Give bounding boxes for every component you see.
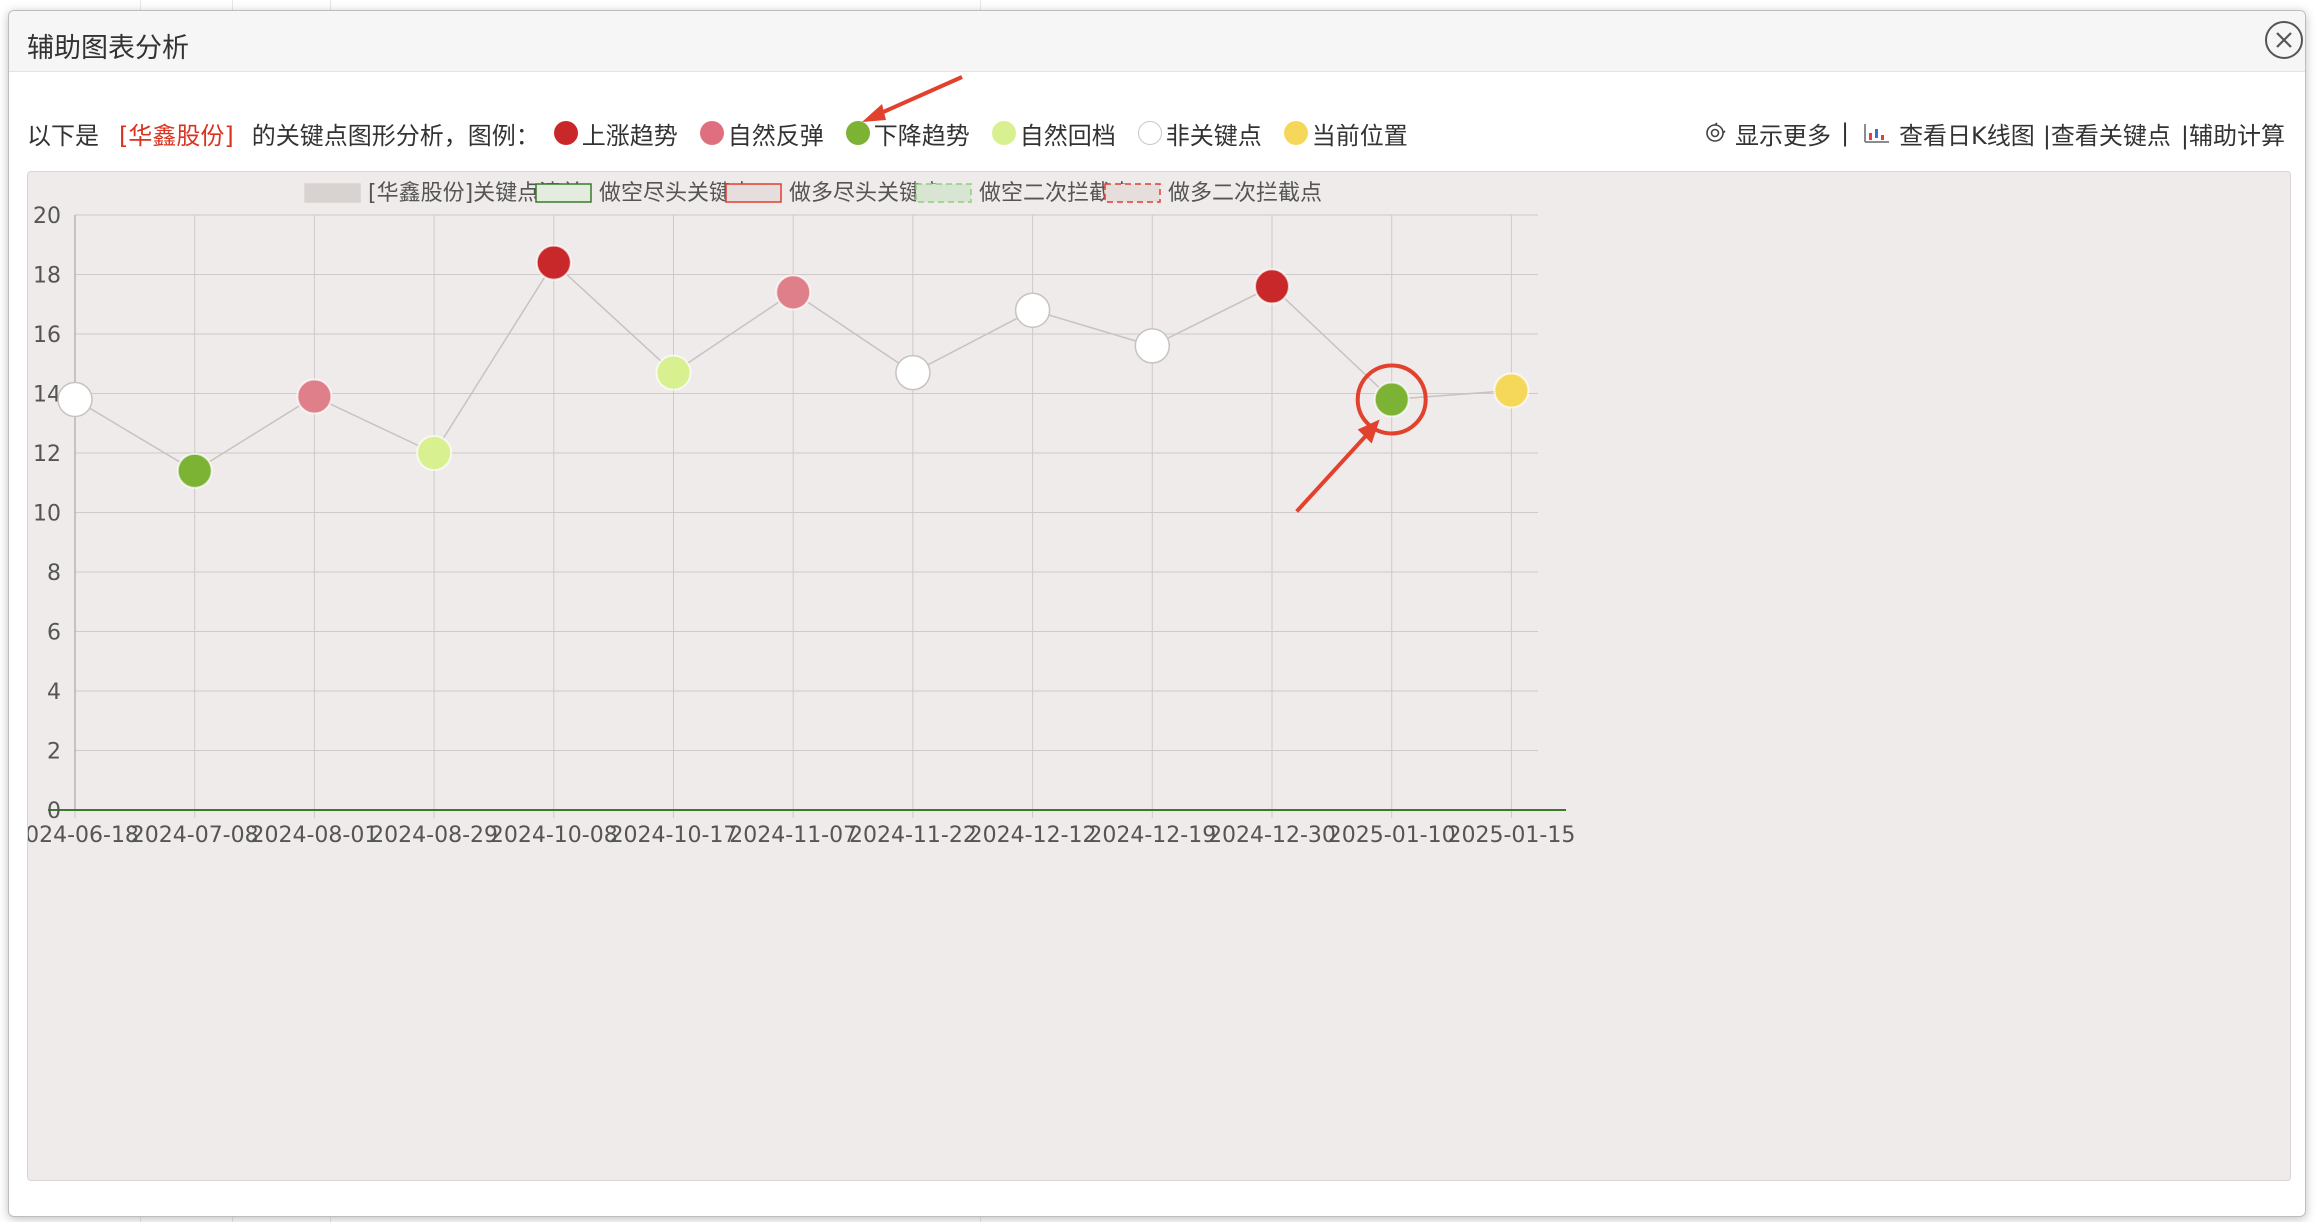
x-tick-label: 2024-11-22 [849,823,977,848]
data-point[interactable] [57,381,93,418]
chart-legend: [华鑫股份]关键点清单 做空尽头关键点 做多尽头关键点 做空二次拦截点 做多二次拦截点 [304,181,1322,206]
x-tick-label: 2024-07-08 [131,823,259,848]
chart-grid [74,214,1538,818]
legend-uptrend: 上涨趋势 [553,116,678,151]
uptrend-dot-icon [553,121,578,145]
legend-downtrend: 下降趋势 [845,116,970,151]
view-kline-link[interactable]: 查看日K线图 [1899,116,2035,151]
x-tick-label: 2025-01-15 [1447,823,1575,848]
legend-swatch [304,183,361,203]
separator: | [1840,119,1850,147]
pullback-dot-icon [991,121,1016,145]
chart-legend-item[interactable]: 做多尽头关键点 [725,181,943,206]
legend-label: 自然反弹 [727,121,824,150]
x-tick-label: 2024-08-29 [370,823,498,848]
y-tick-label: 6 [47,621,61,646]
close-icon [2276,32,2292,48]
legend-swatch [535,183,592,203]
y-tick-label: 12 [33,442,61,467]
legend-label: 做多二次拦截点 [1168,181,1322,206]
x-tick-label: 2024-06-18 [28,823,139,848]
legend-swatch [1104,183,1161,203]
keypoint-line-chart: [华鑫股份]关键点清单 做空尽头关键点 做多尽头关键点 做空二次拦截点 做多二次拦截点 … [11,181,1575,848]
x-tick-label: 2024-11-07 [729,823,857,848]
legend-description: 以下是 [华鑫股份] 的关键点图形分析，图例： 上涨趋势 自然反弹 下降趋势 自… [27,113,1430,153]
dialog-titlebar: 辅助图表分析 [9,11,2305,72]
x-tick-label: 2024-10-17 [610,823,738,848]
data-point[interactable] [655,354,692,391]
legend-label: 下降趋势 [873,121,970,150]
y-tick-label: 10 [33,502,61,527]
non-key-dot-icon [1137,121,1162,145]
legend-label: 当前位置 [1311,121,1408,150]
y-tick-label: 18 [33,264,61,289]
intro-text-2: 的关键点图形分析，图例： [251,121,540,150]
legend-non-key: 非关键点 [1137,116,1262,151]
legend-current-position: 当前位置 [1283,116,1408,151]
legend-swatch [725,183,782,203]
data-point[interactable] [775,274,812,311]
annotations [1295,363,1428,513]
view-keypoints-link[interactable]: |查看关键点 [2043,116,2171,151]
x-tick-label: 2024-12-12 [969,823,1097,848]
data-point[interactable] [296,378,333,415]
rebound-dot-icon [699,121,724,145]
data-point[interactable] [1134,328,1171,364]
current-dot-icon [1283,121,1308,145]
y-tick-label: 16 [33,323,61,348]
annotation-arrow-point [1295,419,1380,513]
action-links: 显示更多 | 查看日K线图 |查看关键点 |辅助计算 [1703,113,2285,153]
y-tick-label: 14 [33,383,61,408]
y-tick-label: 20 [33,204,61,229]
y-tick-label: 4 [47,680,61,705]
x-tick-label: 2024-08-01 [250,823,378,848]
chart-panel: [华鑫股份]关键点清单 做空尽头关键点 做多尽头关键点 做空二次拦截点 做多二次拦截点 … [11,171,2291,1181]
legend-natural-pullback: 自然回档 [991,116,1116,151]
y-tick-label: 8 [47,561,61,586]
chart-legend-item[interactable]: 做多二次拦截点 [1104,181,1322,206]
stock-name: [华鑫股份] [119,121,234,150]
chart-analysis-dialog: 辅助图表分析 以下是 [华鑫股份] 的关键点图形分析，图例： 上涨趋势 自然反弹… [8,10,2306,1217]
aux-calc-link[interactable]: |辅助计算 [2181,116,2285,151]
x-tick-label: 2024-12-19 [1088,823,1216,848]
data-point[interactable] [535,244,572,281]
data-point[interactable] [895,354,931,391]
data-point[interactable] [416,435,453,471]
data-point[interactable] [1254,268,1290,305]
show-more-icon [1706,122,1726,142]
x-tick-label: 2024-12-30 [1208,823,1336,848]
data-point[interactable] [1493,372,1530,409]
data-point[interactable] [176,452,213,489]
data-point[interactable] [1014,292,1051,328]
y-tick-label: 0 [47,799,61,824]
kline-chart-icon [1864,124,1890,143]
y-tick-label: 2 [47,740,61,765]
data-point[interactable] [1373,381,1410,418]
legend-label: 上涨趋势 [581,121,678,150]
chart-legend-item[interactable]: 做空二次拦截点 [915,181,1133,206]
close-button[interactable] [2265,21,2303,59]
downtrend-dot-icon [845,121,870,145]
chart-legend-item[interactable]: 做空尽头关键点 [535,181,753,206]
show-more-link[interactable]: 显示更多 [1735,116,1831,151]
x-tick-label: 2025-01-10 [1328,823,1456,848]
x-tick-label: 2024-10-08 [490,823,618,848]
dialog-title: 辅助图表分析 [27,33,189,64]
intro-text: 以下是 [27,121,99,150]
legend-label: 非关键点 [1165,121,1262,150]
info-bar: 以下是 [华鑫股份] 的关键点图形分析，图例： 上涨趋势 自然反弹 下降趋势 自… [27,113,2285,153]
legend-label: 自然回档 [1019,121,1116,150]
legend-natural-rebound: 自然反弹 [699,116,824,151]
legend-swatch [915,183,972,203]
